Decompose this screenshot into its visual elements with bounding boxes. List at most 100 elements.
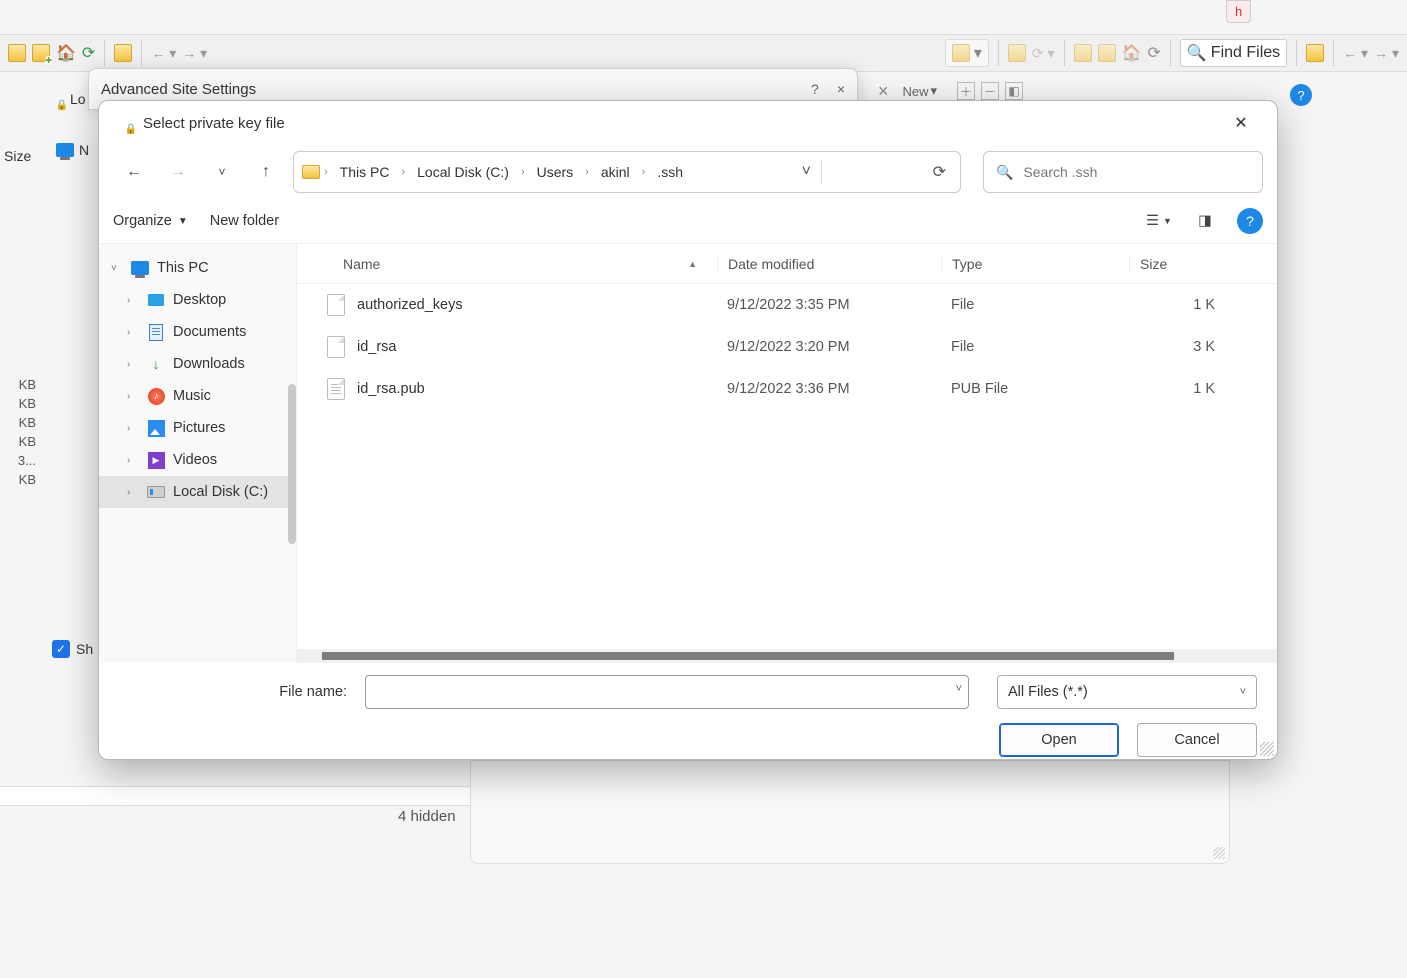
- expand-icon[interactable]: ›: [127, 327, 139, 338]
- close-button[interactable]: ✕: [1219, 104, 1263, 142]
- nav-back-button[interactable]: ←: [117, 154, 151, 190]
- new-folder-button[interactable]: New folder: [210, 213, 279, 229]
- chevron-right-icon[interactable]: ›: [521, 166, 525, 178]
- sidebar-music[interactable]: ›♪Music: [99, 380, 296, 412]
- horizontal-scrollbar[interactable]: [297, 649, 1277, 663]
- fwd-icon[interactable]: → ▾: [182, 45, 207, 62]
- background-toolbar: 🏠 ⟳ ← ▾ → ▾ ▾ ⟳ ▾ 🏠 ⟳ 🔍 Find Files ← ▾ →…: [0, 34, 1407, 72]
- file-date: 9/12/2022 3:35 PM: [717, 297, 941, 313]
- toggle-pane-icon[interactable]: ◧: [1005, 82, 1023, 100]
- filename-label: File name:: [119, 684, 353, 700]
- folder-nav-icon[interactable]: [114, 44, 132, 62]
- chevron-right-icon[interactable]: ›: [585, 166, 589, 178]
- organize-menu[interactable]: Organize ▼: [113, 213, 188, 229]
- file-row[interactable]: id_rsa.pub 9/12/2022 3:36 PM PUB File 1 …: [297, 368, 1277, 410]
- home-icon-2: 🏠: [1122, 43, 1142, 63]
- expand-icon[interactable]: ›: [127, 359, 139, 370]
- pc-icon: [131, 261, 149, 275]
- chevron-down-icon[interactable]: ˅: [956, 683, 962, 695]
- videos-icon: ▶: [148, 452, 165, 469]
- add-pane-icon[interactable]: ＋: [957, 82, 975, 100]
- file-icon: [327, 378, 345, 400]
- show-checkbox[interactable]: ✓Sh: [52, 640, 93, 658]
- help-button[interactable]: ?: [1237, 208, 1263, 234]
- chevron-right-icon[interactable]: ›: [324, 166, 328, 178]
- open-button[interactable]: Open: [999, 723, 1119, 757]
- fwd-icon-2[interactable]: → ▾: [1374, 45, 1399, 62]
- refresh-icon[interactable]: ⟳: [82, 43, 95, 63]
- file-row[interactable]: id_rsa 9/12/2022 3:20 PM File 3 K: [297, 326, 1277, 368]
- new-session-button[interactable]: New ▾: [903, 83, 938, 99]
- resize-grip-icon[interactable]: [1260, 742, 1274, 756]
- breadcrumb-users[interactable]: Users: [529, 160, 582, 184]
- resize-grip-icon[interactable]: [1213, 847, 1225, 859]
- search-input[interactable]: 🔍 Search .ssh: [983, 151, 1263, 193]
- adv-help-button[interactable]: ?: [811, 81, 819, 97]
- sidebar-this-pc[interactable]: ˅ This PC: [99, 252, 296, 284]
- nav-recent-button[interactable]: ˅: [205, 154, 239, 190]
- breadcrumb-local-disk[interactable]: Local Disk (C:): [409, 160, 517, 184]
- search-placeholder: Search .ssh: [1023, 164, 1097, 180]
- breadcrumb-akinl[interactable]: akinl: [593, 160, 638, 184]
- file-row[interactable]: authorized_keys 9/12/2022 3:35 PM File 1…: [297, 284, 1277, 326]
- back-icon[interactable]: ← ▾: [151, 45, 176, 62]
- view-mode-button[interactable]: ☰ ▼: [1145, 207, 1173, 235]
- expand-icon[interactable]: ›: [127, 295, 139, 306]
- address-bar[interactable]: › This PC › Local Disk (C:) › Users › ak…: [293, 151, 961, 193]
- sidebar-local-disk[interactable]: ›Local Disk (C:): [99, 476, 296, 508]
- home-icon[interactable]: 🏠: [56, 43, 76, 63]
- sidebar-pictures[interactable]: › Pictures: [99, 412, 296, 444]
- breadcrumb-this-pc[interactable]: This PC: [332, 160, 398, 184]
- bg-lo-window: Lo: [44, 90, 86, 108]
- sort-ascending-icon: ▲: [688, 259, 697, 269]
- preview-pane-button[interactable]: ◨: [1191, 207, 1219, 235]
- find-files-button[interactable]: 🔍 Find Files: [1180, 39, 1287, 67]
- sidebar-label: Pictures: [173, 420, 225, 436]
- column-name[interactable]: Name▲: [297, 256, 717, 272]
- chevron-right-icon[interactable]: ›: [642, 166, 646, 178]
- collapse-icon[interactable]: ˅: [111, 263, 123, 274]
- session-tab-h[interactable]: h: [1226, 0, 1251, 23]
- cancel-button[interactable]: Cancel: [1137, 723, 1257, 757]
- help-icon[interactable]: ?: [1290, 84, 1312, 106]
- expand-icon[interactable]: ›: [127, 487, 139, 498]
- column-size[interactable]: Size: [1129, 256, 1229, 272]
- drive-selector[interactable]: ▾: [945, 39, 989, 67]
- file-type-filter[interactable]: All Files (*.*)˅: [997, 675, 1257, 709]
- file-date: 9/12/2022 3:36 PM: [717, 381, 941, 397]
- file-size: 1 K: [1129, 297, 1229, 313]
- file-type: File: [941, 339, 1129, 355]
- sidebar-label: Desktop: [173, 292, 226, 308]
- sidebar-downloads[interactable]: ›↓Downloads: [99, 348, 296, 380]
- column-date[interactable]: Date modified: [717, 256, 941, 272]
- nav-up-button[interactable]: ↑: [249, 154, 283, 190]
- refresh-button[interactable]: ⟳: [927, 162, 952, 182]
- sidebar-videos[interactable]: ›▶Videos: [99, 444, 296, 476]
- sidebar-desktop[interactable]: › Desktop: [99, 284, 296, 316]
- search-icon: 🔍: [996, 164, 1013, 181]
- sidebar-scrollbar[interactable]: [288, 384, 296, 544]
- address-dropdown-icon[interactable]: ˅: [796, 163, 817, 181]
- chevron-right-icon[interactable]: ›: [401, 166, 405, 178]
- sidebar-label: Music: [173, 388, 211, 404]
- back-icon-2[interactable]: ← ▾: [1343, 45, 1368, 62]
- remove-pane-icon[interactable]: －: [981, 82, 999, 100]
- file-name: authorized_keys: [357, 297, 463, 313]
- nav-forward-button[interactable]: →: [161, 154, 195, 190]
- folder-nav-icon-2[interactable]: [1306, 44, 1324, 62]
- breadcrumb-ssh[interactable]: .ssh: [649, 160, 691, 184]
- pictures-icon: [148, 420, 165, 437]
- bg-n-item: N: [56, 142, 89, 158]
- expand-icon[interactable]: ›: [127, 455, 139, 466]
- chevron-down-icon[interactable]: ˅: [1240, 686, 1246, 698]
- file-icon: [327, 294, 345, 316]
- expand-icon[interactable]: ›: [127, 423, 139, 434]
- column-type[interactable]: Type: [941, 256, 1129, 272]
- folder-icon[interactable]: [8, 44, 26, 62]
- expand-icon[interactable]: ›: [127, 391, 139, 402]
- adv-close-button[interactable]: ×: [837, 81, 845, 97]
- sidebar-documents[interactable]: ›Documents: [99, 316, 296, 348]
- filename-input[interactable]: ˅: [365, 675, 969, 709]
- app-icon: [113, 113, 133, 133]
- folder-open-icon[interactable]: [32, 44, 50, 62]
